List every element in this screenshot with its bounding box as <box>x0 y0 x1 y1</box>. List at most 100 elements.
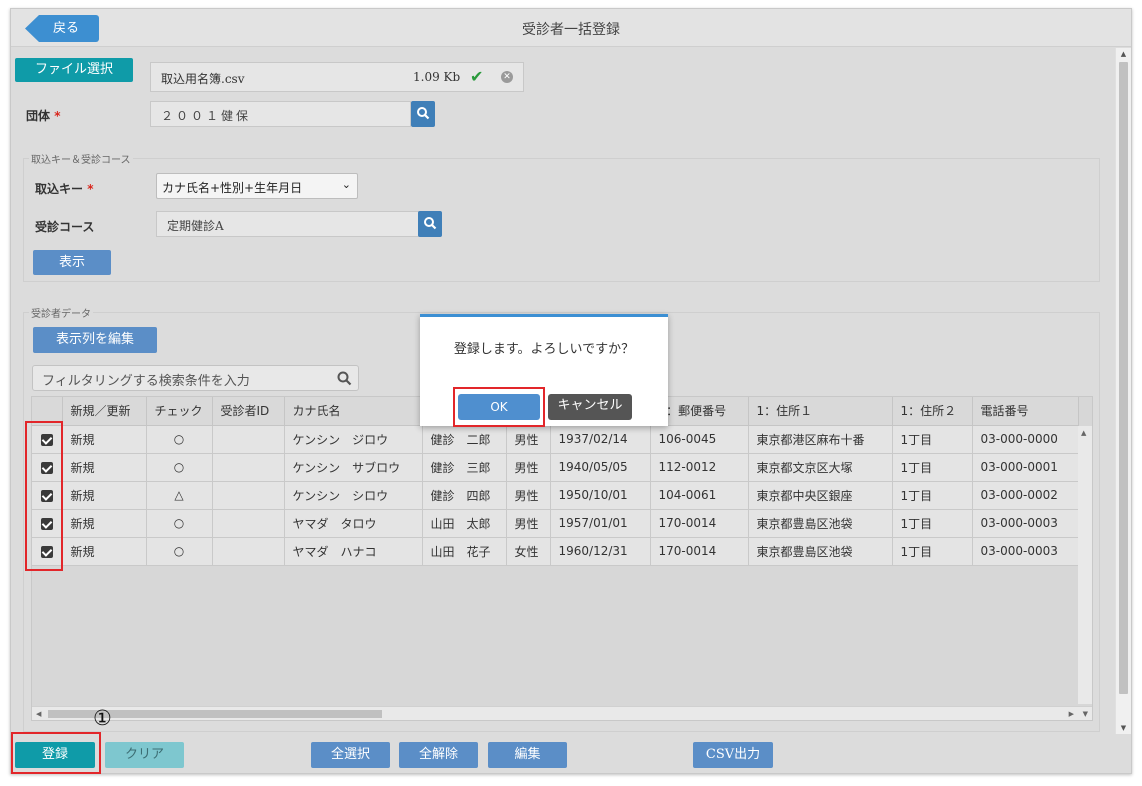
file-select-button[interactable]: ファイル選択 <box>15 58 133 82</box>
cell-kana: ケンシン サブロウ <box>284 453 423 482</box>
cell-type: 新規 <box>62 509 147 538</box>
cell-check: ○ <box>146 509 213 538</box>
cell-addr2: 1丁目 <box>892 453 973 482</box>
cell-kana: ケンシン シロウ <box>284 481 423 510</box>
cell-zip: 104-0061 <box>650 481 749 510</box>
remove-icon[interactable]: ✕ <box>501 71 513 83</box>
cell-id <box>212 509 285 538</box>
page-scrollbar[interactable]: ▲ ▼ <box>1115 48 1131 734</box>
cell-id <box>212 537 285 566</box>
cell-type: 新規 <box>62 481 147 510</box>
cell-sex: 男性 <box>506 425 551 454</box>
key-select[interactable]: カナ氏名+性別+生年月日 ⌄ <box>156 173 358 199</box>
cell-addr1: 東京都文京区大塚 <box>748 453 893 482</box>
cell-type: 新規 <box>62 453 147 482</box>
chevron-down-icon: ⌄ <box>341 178 351 191</box>
cell-zip: 170-0014 <box>650 509 749 538</box>
filter-placeholder: フィルタリングする検索条件を入力 <box>42 374 250 389</box>
show-button[interactable]: 表示 <box>33 250 111 275</box>
search-icon <box>337 371 352 386</box>
grid-vscroll[interactable]: ▲ <box>1078 426 1092 704</box>
cell-tel: 03-000-0003 <box>972 537 1079 566</box>
cell-tel: 03-000-0000 <box>972 425 1079 454</box>
page-title: 受診者一括登録 <box>522 22 620 38</box>
cell-addr2: 1丁目 <box>892 509 973 538</box>
cell-sex: 男性 <box>506 509 551 538</box>
cell-addr1: 東京都中央区銀座 <box>748 481 893 510</box>
scroll-right-icon[interactable]: ▶ <box>1069 710 1074 718</box>
cell-tel: 03-000-0002 <box>972 481 1079 510</box>
col-header-tel[interactable]: 電話番号 <box>972 397 1079 426</box>
cell-addr1: 東京都港区麻布十番 <box>748 425 893 454</box>
dialog-message: 登録します。よろしいですか？ <box>453 342 635 357</box>
scroll-down-icon[interactable]: ▼ <box>1116 724 1131 732</box>
ok-highlight <box>453 387 545 427</box>
csv-export-button[interactable]: CSV出力 <box>693 742 773 768</box>
cell-check: ○ <box>146 453 213 482</box>
col-header-check[interactable]: チェック <box>146 397 213 426</box>
filter-input[interactable]: フィルタリングする検索条件を入力 <box>32 365 359 391</box>
cell-kana: ケンシン ジロウ <box>284 425 423 454</box>
col-header-kana[interactable]: カナ氏名 <box>284 397 423 426</box>
course-label: 受診コース <box>35 220 95 234</box>
cell-check: △ <box>146 481 213 510</box>
edit-button[interactable]: 編集 <box>488 742 567 768</box>
group-search-button[interactable] <box>411 101 435 127</box>
cell-sex: 男性 <box>506 453 551 482</box>
group-label: 団体 * <box>26 109 61 123</box>
table-row[interactable]: 新規 ○ ヤマダ ハナコ 山田 花子 女性 1960/12/31 170-0014 東京都豊島… <box>32 537 1079 566</box>
cell-id <box>212 425 285 454</box>
file-size: 1.09 Kb <box>413 70 461 84</box>
edit-columns-button[interactable]: 表示列を編集 <box>33 327 157 353</box>
cell-birth: 1950/10/01 <box>550 481 651 510</box>
course-search-button[interactable] <box>418 211 442 237</box>
cell-name: 健診 三郎 <box>422 453 507 482</box>
deselect-all-button[interactable]: 全解除 <box>399 742 478 768</box>
file-name: 取込用名簿.csv <box>161 72 245 86</box>
cell-addr2: 1丁目 <box>892 481 973 510</box>
col-header-id[interactable]: 受診者ID <box>212 397 285 426</box>
cell-birth: 1937/02/14 <box>550 425 651 454</box>
table-row[interactable]: 新規 ○ ヤマダ タロウ 山田 太郎 男性 1957/01/01 170-0014 東京都豊島… <box>32 509 1079 538</box>
cell-sex: 女性 <box>506 537 551 566</box>
cell-name: 山田 太郎 <box>422 509 507 538</box>
cell-zip: 106-0045 <box>650 425 749 454</box>
scroll-down-icon[interactable]: ▼ <box>1083 710 1088 718</box>
table-row[interactable]: 新規 △ ケンシン シロウ 健診 四郎 男性 1950/10/01 104-0061 東京都中… <box>32 481 1079 510</box>
course-input[interactable]: 定期健診A <box>156 211 419 237</box>
cell-type: 新規 <box>62 537 147 566</box>
cell-type: 新規 <box>62 425 147 454</box>
cancel-button[interactable]: キャンセル <box>548 394 632 420</box>
cell-id <box>212 453 285 482</box>
data-grid: 新規／更新 チェック 受診者ID カナ氏名 1：郵便番号 1：住所１ 1：住所２… <box>31 396 1093 721</box>
key-label: 取込キー * <box>35 182 94 196</box>
group-input[interactable]: ２００１健保 <box>150 101 411 127</box>
table-row[interactable]: 新規 ○ ケンシン サブロウ 健診 三郎 男性 1940/05/05 112-0012 東京都… <box>32 453 1079 482</box>
register-highlight <box>11 732 101 774</box>
cell-addr1: 東京都豊島区池袋 <box>748 509 893 538</box>
cell-name: 健診 二郎 <box>422 425 507 454</box>
cell-tel: 03-000-0001 <box>972 453 1079 482</box>
scroll-left-icon[interactable]: ◀ <box>36 710 41 718</box>
cell-tel: 03-000-0003 <box>972 509 1079 538</box>
cell-id <box>212 481 285 510</box>
scroll-up-icon[interactable]: ▲ <box>1081 429 1086 437</box>
select-all-button[interactable]: 全選択 <box>311 742 390 768</box>
search-icon <box>417 107 430 120</box>
cell-addr2: 1丁目 <box>892 537 973 566</box>
cell-check: ○ <box>146 425 213 454</box>
cell-check: ○ <box>146 537 213 566</box>
cell-birth: 1940/05/05 <box>550 453 651 482</box>
col-header-addr2[interactable]: 1：住所２ <box>892 397 973 426</box>
scroll-up-icon[interactable]: ▲ <box>1116 50 1131 58</box>
grid-hscroll[interactable]: ◀ ▶ ▼ <box>32 706 1092 720</box>
import-legend: 取込キー＆受診コース <box>29 151 133 166</box>
cell-kana: ヤマダ ハナコ <box>284 537 423 566</box>
clear-button[interactable]: クリア <box>105 742 184 768</box>
page-scroll-thumb[interactable] <box>1119 62 1128 694</box>
cell-birth: 1957/01/01 <box>550 509 651 538</box>
col-header-addr1[interactable]: 1：住所１ <box>748 397 893 426</box>
key-select-value: カナ氏名+性別+生年月日 <box>162 181 303 195</box>
col-header-type[interactable]: 新規／更新 <box>62 397 147 426</box>
table-row[interactable]: 新規 ○ ケンシン ジロウ 健診 二郎 男性 1937/02/14 106-0045 東京都港… <box>32 425 1079 454</box>
